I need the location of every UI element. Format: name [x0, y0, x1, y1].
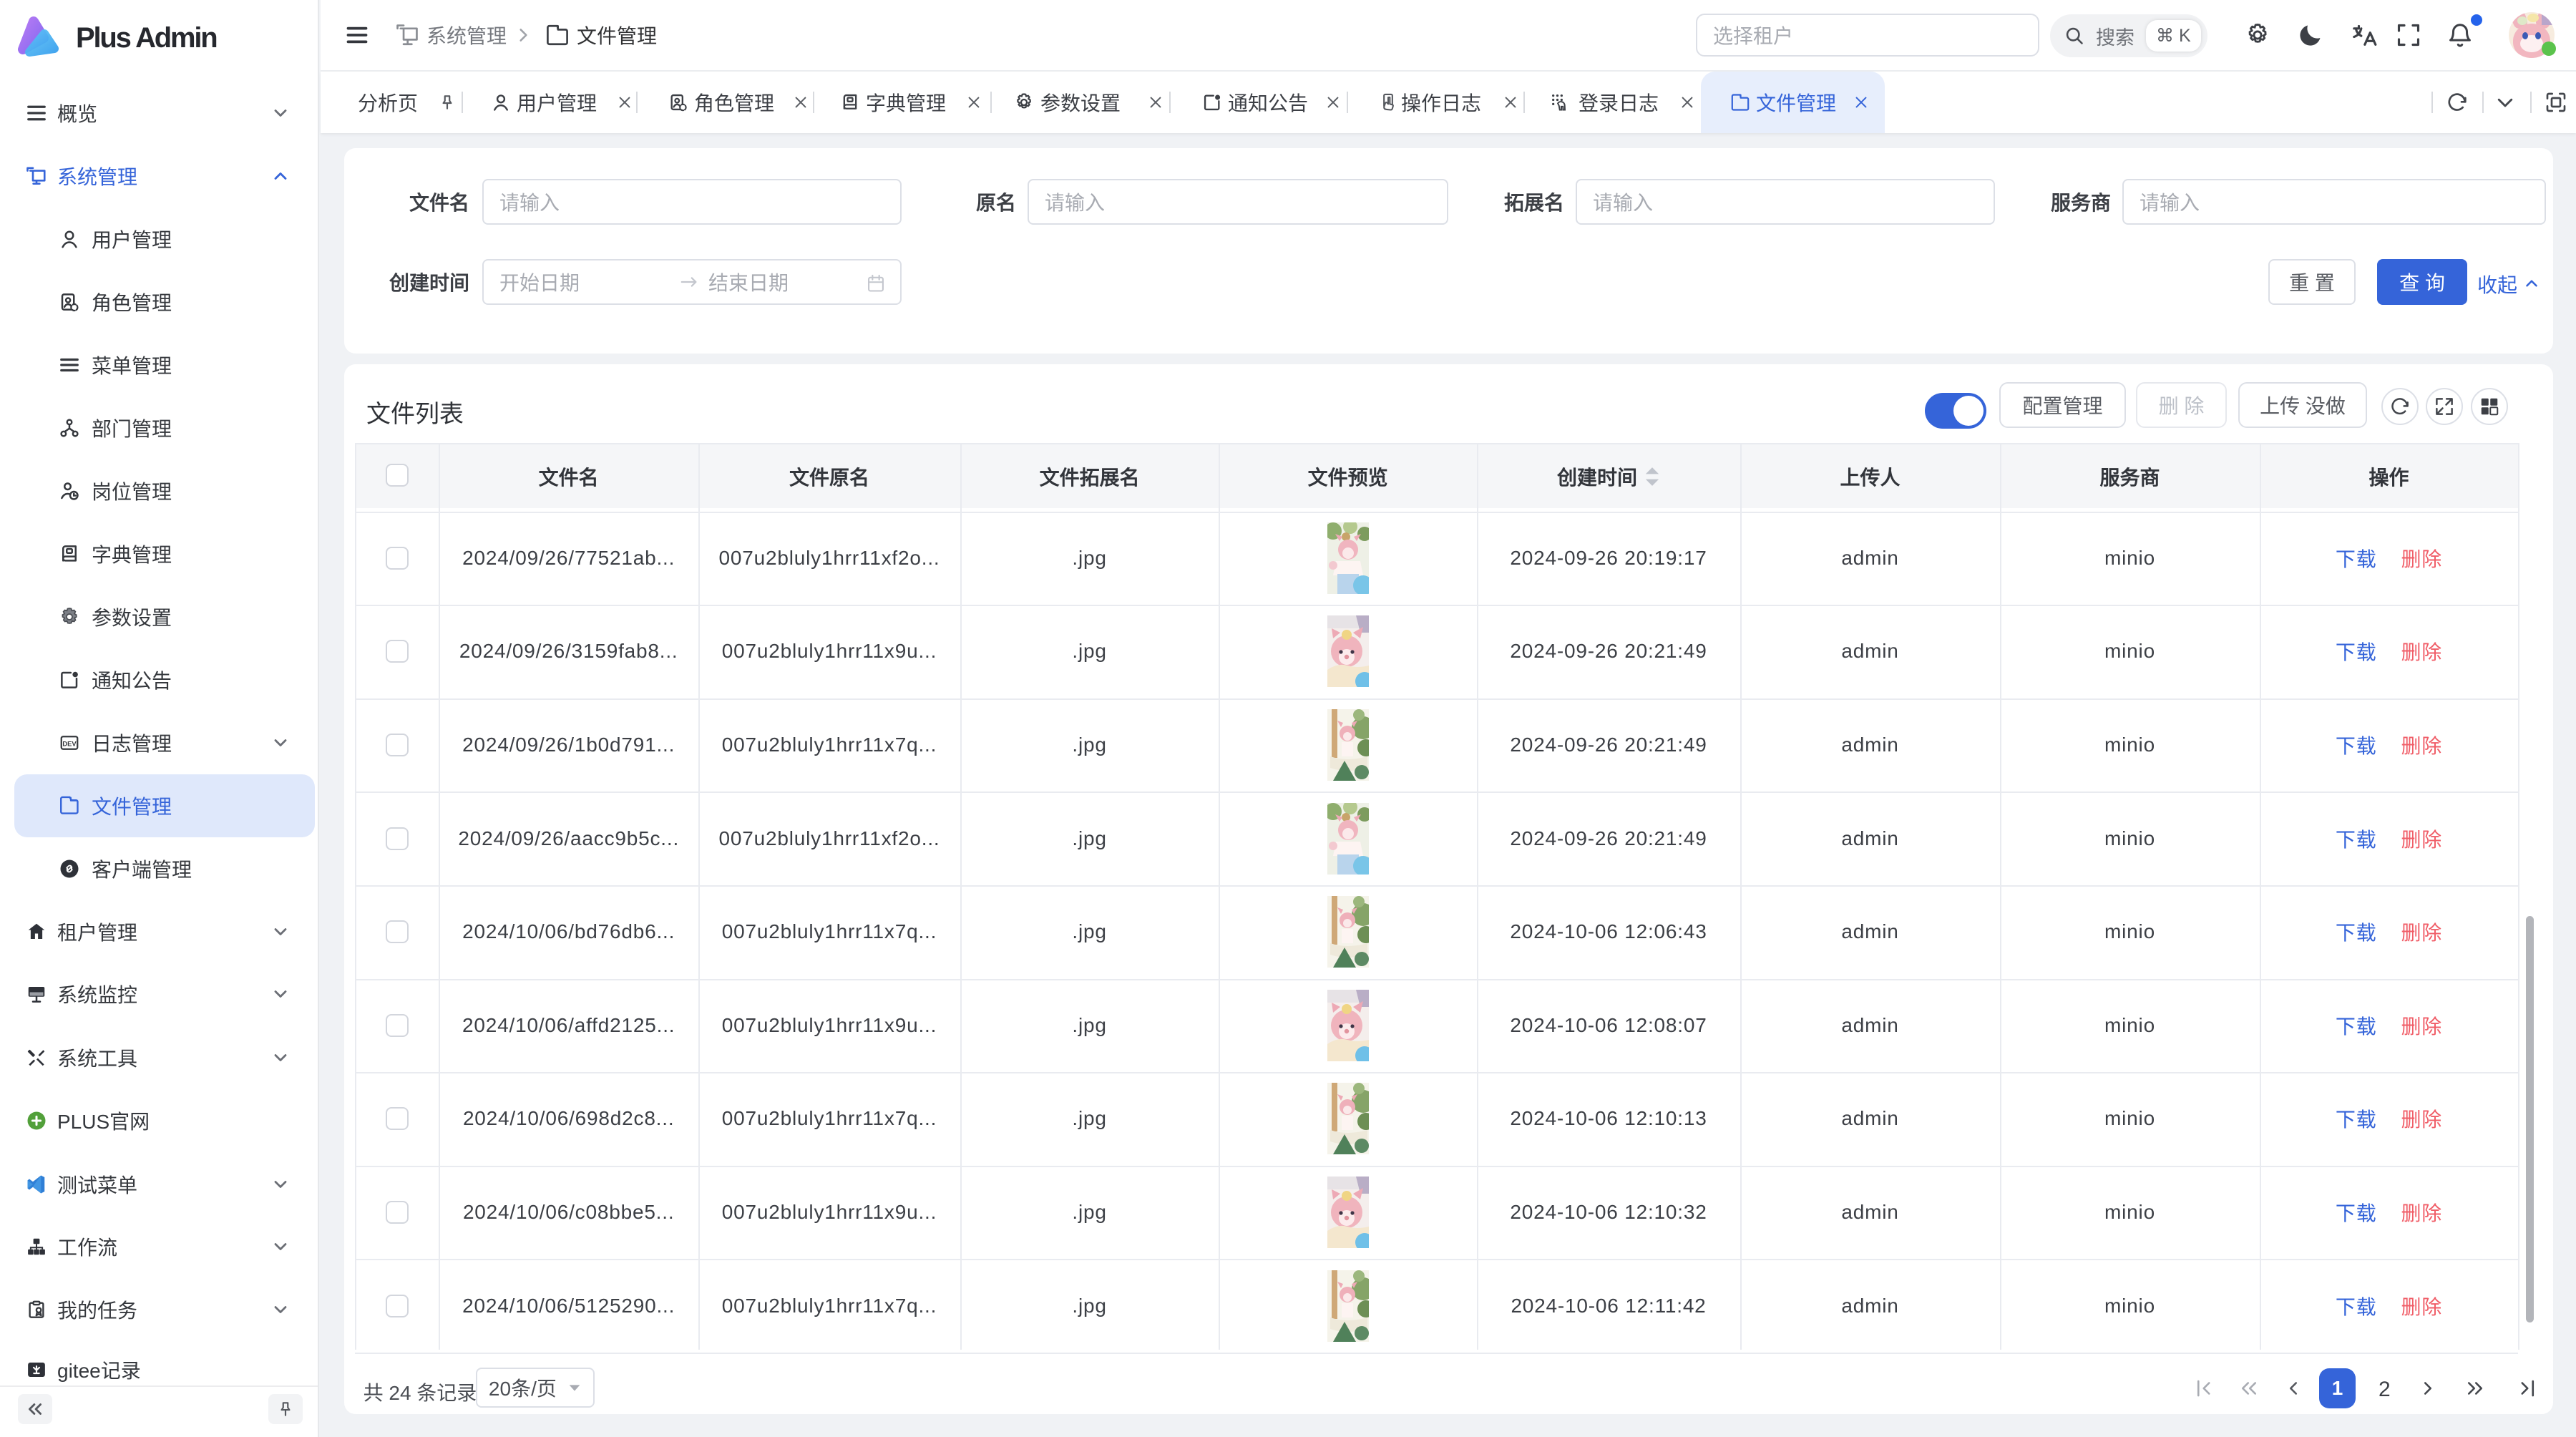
- svg-text:DEV: DEV: [62, 740, 77, 747]
